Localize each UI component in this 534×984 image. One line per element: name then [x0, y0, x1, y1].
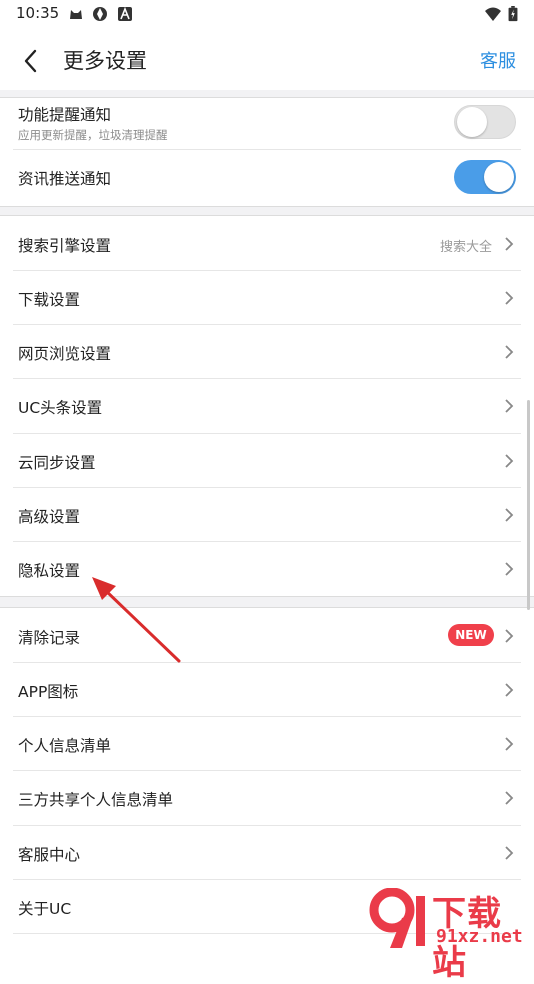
- watermark-logo-icon: [369, 888, 425, 948]
- watermark-url: 91xz.net: [436, 926, 523, 947]
- annotation-arrow-icon: [92, 577, 181, 663]
